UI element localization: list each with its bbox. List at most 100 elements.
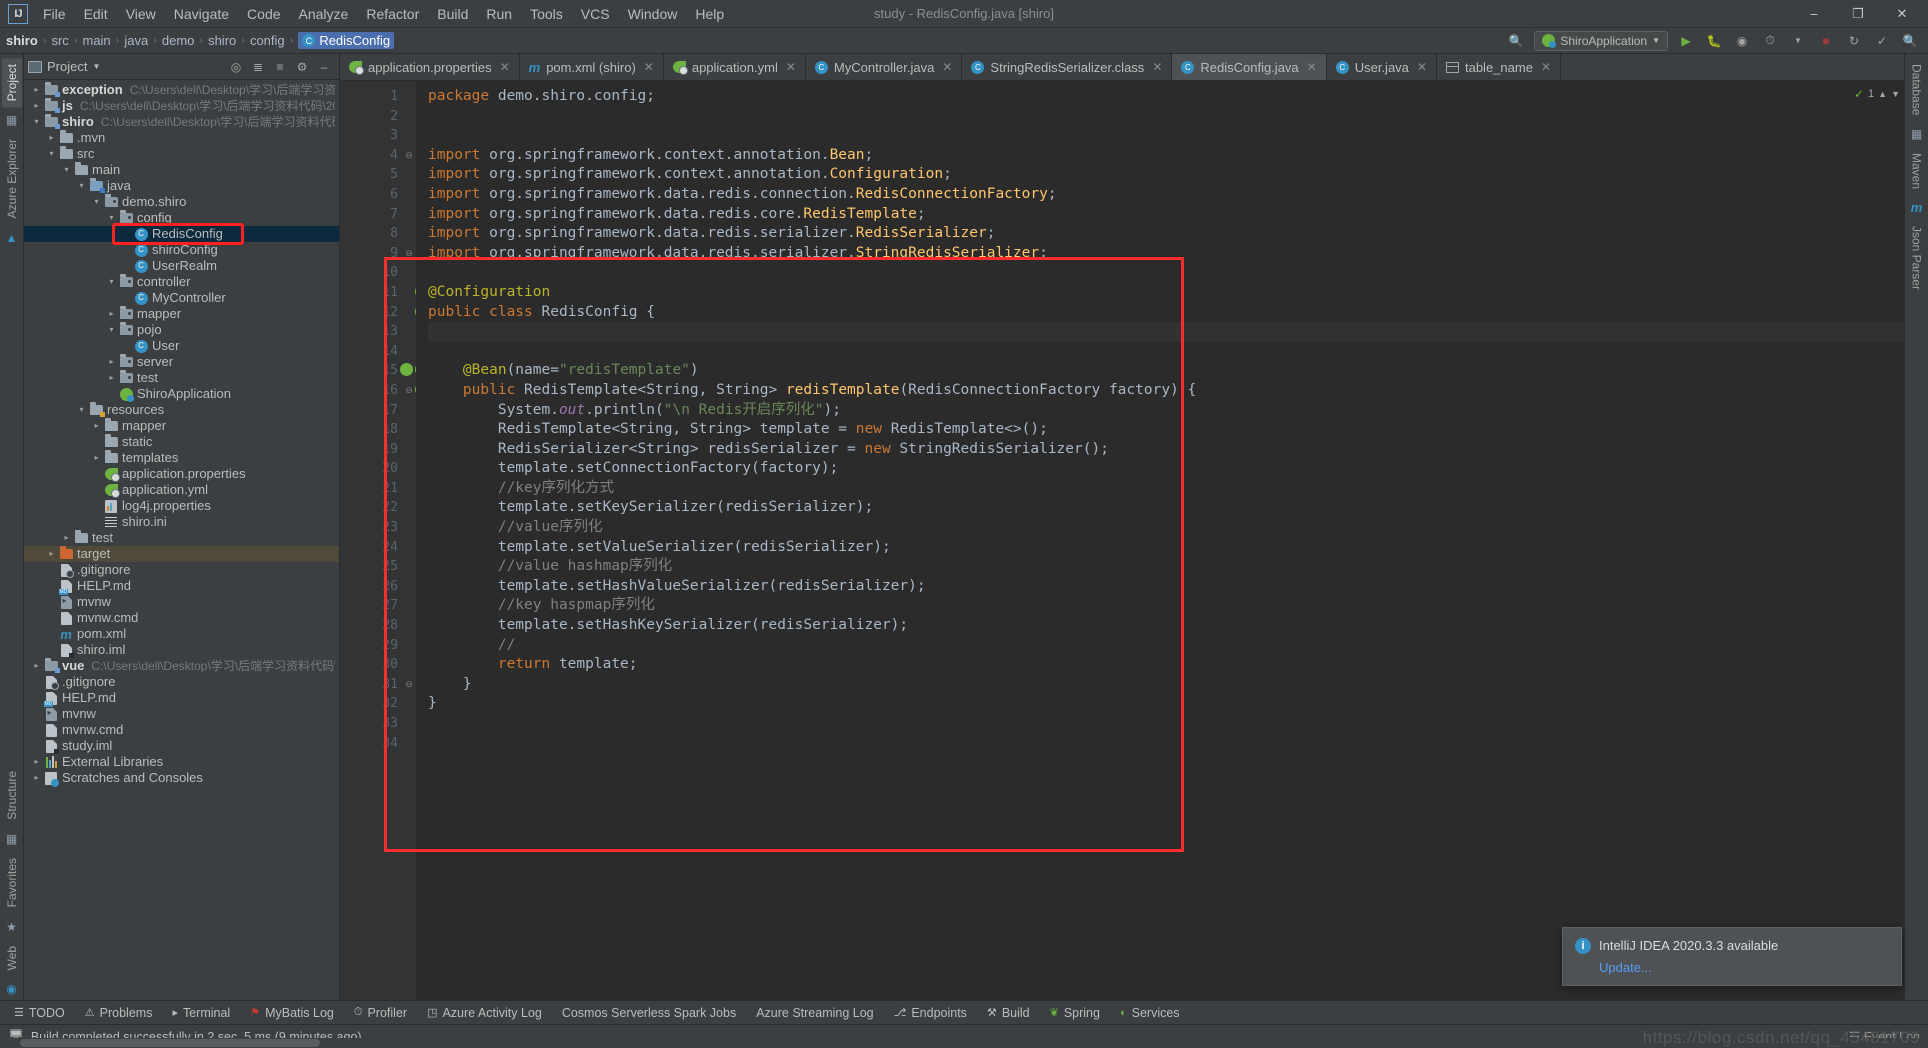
menu-navigate[interactable]: Navigate [165,2,238,26]
bottom-tool-endpoints[interactable]: ⎇ Endpoints [884,1004,977,1022]
breadcrumb-item-src[interactable]: src [51,33,68,48]
chevron-down-icon[interactable]: ▼ [1891,89,1900,99]
tree-node-application-yml[interactable]: application.yml [24,482,339,498]
tree-node-application-properties[interactable]: application.properties [24,466,339,482]
update-project-icon[interactable]: ↻ [1844,31,1864,51]
horizontal-scrollbar[interactable] [0,1038,1928,1048]
chevron-right-icon[interactable]: ▸ [30,82,43,98]
tool-tab-structure[interactable]: Structure [2,765,22,826]
code-line[interactable]: //key序列化方式 [428,479,1904,499]
maximize-button[interactable]: ❐ [1836,1,1880,27]
editor-tab-user-java[interactable]: C User.java ✕ [1327,54,1437,80]
code-line[interactable] [428,714,1904,734]
tool-tab-json-parser[interactable]: Json Parser [1907,220,1927,296]
chevron-down-icon[interactable]: ▾ [105,274,118,290]
tool-tab-azure-explorer[interactable]: Azure Explorer [2,133,22,224]
tree-node-exception[interactable]: ▸ exception C:\Users\dell\Desktop\学习\后端学习资… [24,82,339,98]
breadcrumb-item-config[interactable]: config [250,33,285,48]
tree-node-shiro-iml[interactable]: shiro.iml [24,642,339,658]
bottom-tool-window-bar[interactable]: ☰ TODO ⚠ Problems ▸ Terminal ⚑ MyBatis Log ⏱ Prof… [0,1000,1928,1024]
chevron-right-icon[interactable]: ▸ [90,450,103,466]
menu-code[interactable]: Code [238,2,289,26]
debug-icon[interactable]: 🐛 [1704,31,1724,51]
bottom-tool-terminal[interactable]: ▸ Terminal [162,1004,240,1022]
chevron-down-icon[interactable]: ▾ [60,162,73,178]
scroll-from-source-icon[interactable]: ◎ [227,58,245,76]
chevron-right-icon[interactable]: ▸ [60,530,73,546]
code-line[interactable]: template.setValueSerializer(redisSeriali… [428,538,1904,558]
code-line[interactable]: import org.springframework.data.redis.se… [428,244,1904,264]
tool-tab-project[interactable]: Project [1,58,22,108]
code-line[interactable]: import org.springframework.data.redis.co… [428,205,1904,225]
chevron-up-icon[interactable]: ▲ [1878,89,1887,99]
menu-build[interactable]: Build [428,2,477,26]
editor-tab-pom-xml-shiro[interactable]: m pom.xml (shiro) ✕ [520,54,664,80]
run-icon[interactable]: ▶ [1676,31,1696,51]
fold-toggle-icon[interactable]: ⊖ [402,244,416,264]
expand-all-icon[interactable]: ≣ [249,58,267,76]
tool-tab-favorites[interactable]: Favorites [2,852,22,913]
tree-node-mycontroller[interactable]: C MyController [24,290,339,306]
maven-icon[interactable]: m [1911,197,1923,218]
code-line[interactable]: import org.springframework.context.annot… [428,146,1904,166]
code-line[interactable]: //key haspmap序列化 [428,596,1904,616]
bottom-tool-spring[interactable]: ❦ Spring [1040,1004,1110,1022]
code-line[interactable]: //value hashmap序列化 [428,557,1904,577]
close-icon[interactable]: ✕ [1417,60,1427,74]
chevron-down-icon[interactable]: ▾ [30,114,43,130]
tree-node-user[interactable]: C User [24,338,339,354]
tree-node-mvnw-cmd[interactable]: mvnw.cmd [24,722,339,738]
breadcrumb-item-redisconfig[interactable]: C RedisConfig [298,32,395,49]
code-line[interactable]: //value序列化 [428,518,1904,538]
tree-node-main[interactable]: ▾ main [24,162,339,178]
tree-node-redisconfig[interactable]: C RedisConfig [24,223,339,245]
code-line[interactable] [428,322,1904,342]
chevron-right-icon[interactable]: ▸ [30,658,43,674]
code-line[interactable]: public class RedisConfig { [428,303,1904,323]
editor-fold-column[interactable]: ⊖ ⊖ ⊖ ⊖ [402,81,416,1000]
code-line[interactable]: // [428,636,1904,656]
tree-node-config[interactable]: ▾ config [24,210,339,226]
tree-node-shiroconfig[interactable]: CshiroConfig [24,242,339,258]
notification-update-link[interactable]: Update... [1599,960,1889,975]
tree-node-pojo[interactable]: ▾ pojo [24,322,339,338]
chevron-down-icon[interactable]: ▾ [105,210,118,226]
tree-node-shiro[interactable]: ▾ shiro C:\Users\dell\Desktop\学习\后端学习资料代码\… [24,114,339,130]
code-line[interactable] [428,107,1904,127]
run-coverage-icon[interactable]: ◉ [1732,31,1752,51]
inspection-widget[interactable]: ✓ 1 ▲ ▼ [1854,87,1900,101]
code-line[interactable]: RedisTemplate<String, String> template =… [428,420,1904,440]
stop-icon[interactable]: ■ [1816,31,1836,51]
editor-tab-stringredisserializer-class[interactable]: C StringRedisSerializer.class ✕ [962,54,1173,80]
code-line[interactable]: template.setHashKeySerializer(redisSeria… [428,616,1904,636]
tree-node-log4j-properties[interactable]: log4j.properties [24,498,339,514]
fold-toggle-icon[interactable]: ⊖ [402,675,416,695]
menu-help[interactable]: Help [686,2,733,26]
editor-tab-application-yml[interactable]: application.yml ✕ [664,54,806,80]
code-line[interactable]: template.setHashValueSerializer(redisSer… [428,577,1904,597]
chevron-right-icon[interactable]: ▸ [30,98,43,114]
chevron-down-icon[interactable]: ▾ [90,194,103,210]
code-content[interactable]: package demo.shiro.config; import org.sp… [416,81,1904,1000]
tree-node-src[interactable]: ▾ src [24,146,339,162]
close-icon[interactable]: ✕ [500,60,510,74]
close-icon[interactable]: ✕ [1541,60,1551,74]
tree-node-study-iml[interactable]: study.iml [24,738,339,754]
editor-tab-bar[interactable]: application.properties ✕ m pom.xml (shiro) ✕… [340,54,1904,81]
bottom-tool-azure-activity-log[interactable]: ◳ Azure Activity Log [417,1004,552,1022]
tree-node-js[interactable]: ▸ js C:\Users\dell\Desktop\学习\后端学习资料代码\202… [24,98,339,114]
tree-node-static[interactable]: static [24,434,339,450]
bottom-tool-build[interactable]: ⚒ Build [977,1004,1040,1022]
menu-vcs[interactable]: VCS [572,2,619,26]
navigate-gutter-icon[interactable] [400,363,413,377]
code-line[interactable] [428,126,1904,146]
chevron-down-icon[interactable]: ▾ [75,402,88,418]
menu-run[interactable]: Run [477,2,521,26]
menu-edit[interactable]: Edit [75,2,117,26]
tree-node-scratches-and-consoles[interactable]: ▸ Scratches and Consoles [24,770,339,787]
editor-tab-redisconfig-java[interactable]: C RedisConfig.java ✕ [1172,54,1327,80]
tree-node-gitignore[interactable]: .gitignore [24,674,339,690]
project-file-tree[interactable]: ▸ exception C:\Users\dell\Desktop\学习\后端学习资… [24,80,339,1000]
tree-node-demo-shiro[interactable]: ▾ demo.shiro [24,194,339,210]
code-line[interactable]: } [428,694,1904,714]
